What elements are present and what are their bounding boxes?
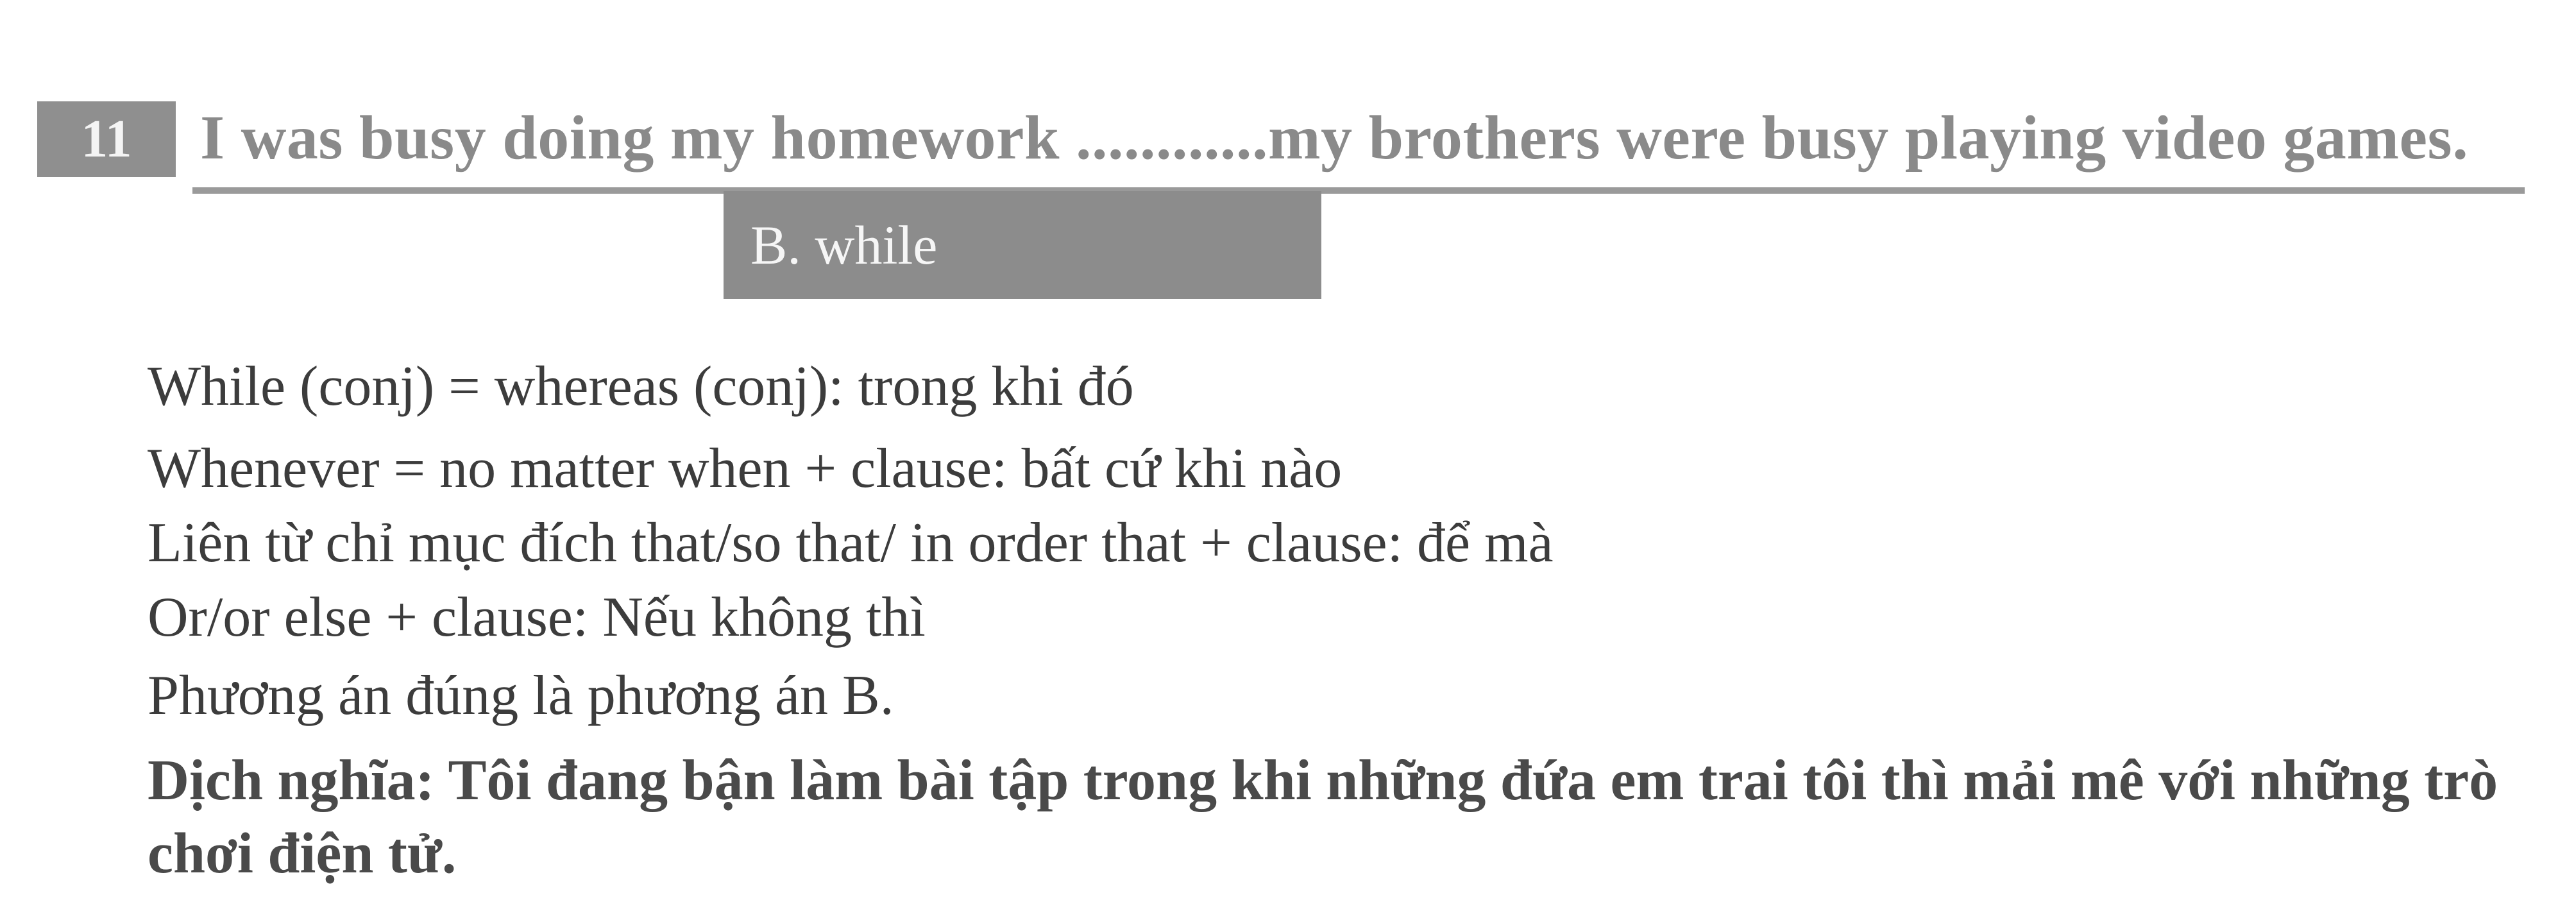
explanation-line-1: While (conj) = whereas (conj): trong khi… bbox=[148, 355, 1134, 418]
question-number-badge: 11 bbox=[37, 101, 176, 177]
answer-box: B. while bbox=[724, 191, 1321, 299]
explanation-line-3: Liên từ chỉ mục đích that/so that/ in or… bbox=[148, 512, 1554, 574]
explanation-line-5: Phương án đúng là phương án B. bbox=[148, 665, 894, 727]
question-text: I was busy doing my homework ...........… bbox=[200, 103, 2469, 173]
explanation-line-2: Whenever = no matter when + clause: bất … bbox=[148, 437, 1343, 500]
question-underline bbox=[192, 187, 2525, 194]
explanation-line-4: Or/or else + clause: Nếu không thì bbox=[148, 586, 926, 649]
translation-text: Dịch nghĩa: Tôi đang bận làm bài tập tro… bbox=[148, 749, 2498, 885]
